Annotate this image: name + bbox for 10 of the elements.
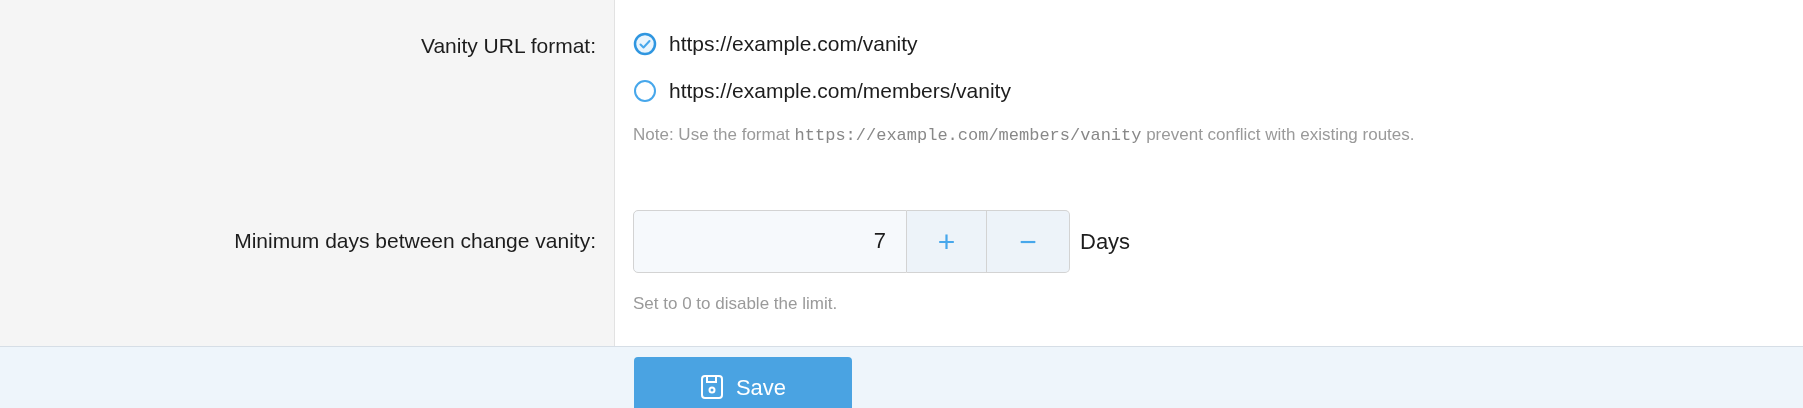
radio-checked-icon[interactable] bbox=[633, 31, 657, 56]
number-field[interactable]: 7 bbox=[633, 209, 907, 273]
hint-text: Set to 0 to disable the limit. bbox=[633, 292, 839, 315]
field-label: Minimum days between change vanity: bbox=[234, 227, 596, 254]
hint-text: Note: Use the format https://example.com/members/vanity prevent conflict with existing routes. bbox=[633, 124, 1416, 147]
field-label: Vanity URL format: bbox=[420, 33, 596, 59]
radio-option[interactable]: https://example.com/members/vanity bbox=[633, 67, 1803, 114]
unit-label: Days bbox=[1080, 227, 1131, 256]
radio-option[interactable]: https://example.com/vanity bbox=[633, 20, 1803, 67]
radio-icon[interactable] bbox=[633, 78, 657, 103]
